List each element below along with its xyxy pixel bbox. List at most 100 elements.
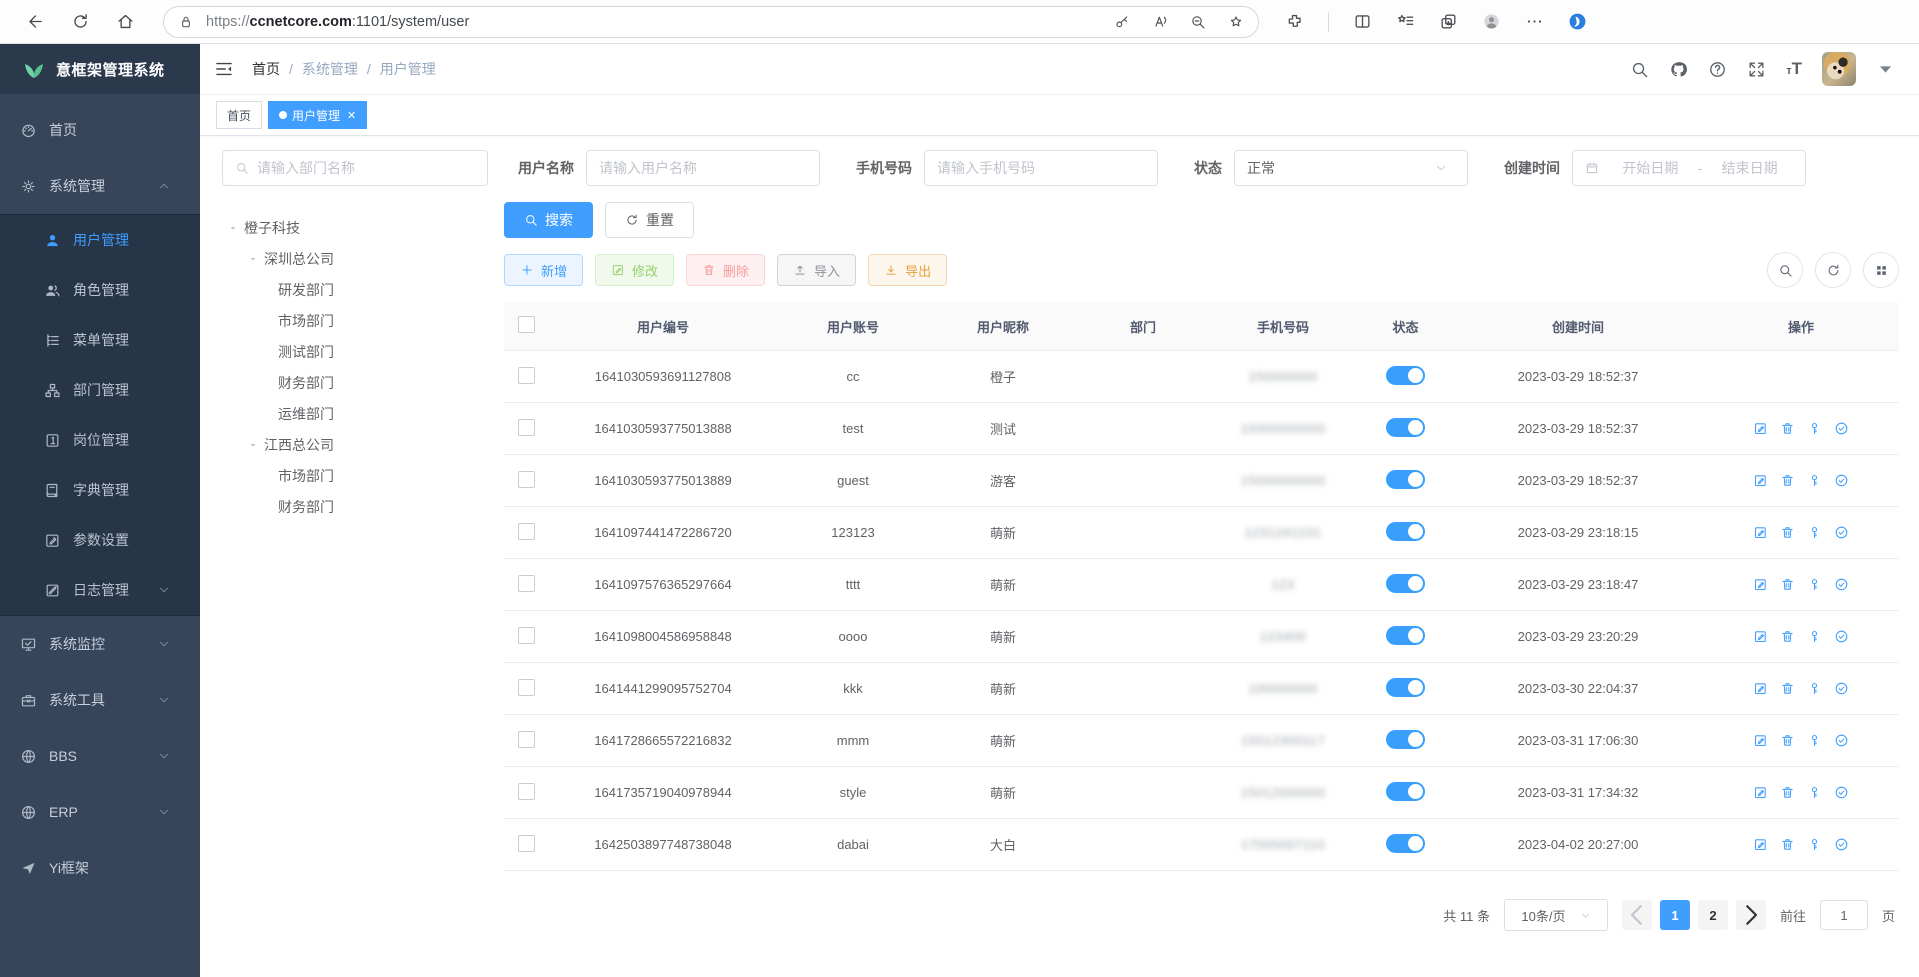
check-circle-icon[interactable] (1834, 629, 1849, 644)
tree-node-橙子科技[interactable]: 橙子科技 (222, 212, 488, 243)
check-circle-icon[interactable] (1834, 785, 1849, 800)
sidebar-item-BBS[interactable]: BBS (0, 728, 200, 784)
app-logo[interactable]: 意框架管理系统 (0, 44, 200, 94)
status-toggle[interactable] (1386, 730, 1425, 749)
edit-square-icon[interactable] (1753, 525, 1768, 540)
row-checkbox[interactable] (518, 627, 535, 644)
status-toggle[interactable] (1386, 366, 1425, 385)
row-checkbox[interactable] (518, 679, 535, 696)
edit-square-icon[interactable] (1753, 733, 1768, 748)
tree-node-财务部门[interactable]: 财务部门 (222, 491, 488, 522)
more-icon[interactable] (1525, 12, 1544, 31)
add-favorite-icon[interactable] (1228, 14, 1244, 30)
tab-用户管理[interactable]: 用户管理✕ (268, 101, 367, 129)
sidebar-item-岗位管理[interactable]: 岗位管理 (0, 415, 200, 465)
edit-button[interactable]: 修改 (595, 254, 674, 286)
goto-page-input[interactable]: 1 (1820, 900, 1868, 930)
search-icon[interactable] (1630, 60, 1649, 79)
export-button[interactable]: 导出 (868, 254, 947, 286)
check-circle-icon[interactable] (1834, 837, 1849, 852)
row-checkbox[interactable] (518, 731, 535, 748)
edit-square-icon[interactable] (1753, 681, 1768, 696)
key-reset-icon[interactable] (1807, 577, 1822, 592)
trash-icon[interactable] (1780, 577, 1795, 592)
tree-node-深圳总公司[interactable]: 深圳总公司 (222, 243, 488, 274)
sidebar-item-用户管理[interactable]: 用户管理 (0, 215, 200, 265)
sidebar-item-部门管理[interactable]: 部门管理 (0, 365, 200, 415)
breadcrumb-item[interactable]: 用户管理 (380, 59, 436, 79)
tab-首页[interactable]: 首页 (216, 101, 262, 129)
created-date-range[interactable]: 开始日期 - 结束日期 (1572, 150, 1806, 186)
row-checkbox[interactable] (518, 419, 535, 436)
split-screen-icon[interactable] (1353, 12, 1372, 31)
trash-icon[interactable] (1780, 421, 1795, 436)
help-icon[interactable] (1708, 60, 1727, 79)
key-reset-icon[interactable] (1807, 525, 1822, 540)
search-button[interactable]: 搜索 (504, 202, 593, 238)
edit-square-icon[interactable] (1753, 629, 1768, 644)
key-reset-icon[interactable] (1807, 681, 1822, 696)
page-size-select[interactable]: 10条/页 (1504, 899, 1608, 931)
sidebar-item-日志管理[interactable]: 日志管理 (0, 565, 200, 615)
trash-icon[interactable] (1780, 473, 1795, 488)
key-reset-icon[interactable] (1807, 473, 1822, 488)
row-checkbox[interactable] (518, 471, 535, 488)
dept-search-input[interactable]: 请输入部门名称 (222, 150, 488, 186)
page-button-2[interactable]: 2 (1698, 900, 1728, 930)
toolbar-search-icon[interactable] (1767, 252, 1803, 288)
key-reset-icon[interactable] (1807, 837, 1822, 852)
status-toggle[interactable] (1386, 574, 1425, 593)
username-input[interactable]: 请输入用户名称 (586, 150, 820, 186)
key-icon[interactable] (1114, 14, 1130, 30)
add-button[interactable]: 新增 (504, 254, 583, 286)
status-toggle[interactable] (1386, 470, 1425, 489)
tree-caret-icon[interactable] (228, 223, 238, 233)
status-toggle[interactable] (1386, 678, 1425, 697)
tab-actions-icon[interactable] (1439, 12, 1458, 31)
status-select[interactable]: 正常 (1234, 150, 1468, 186)
check-circle-icon[interactable] (1834, 525, 1849, 540)
address-bar[interactable]: https://ccnetcore.com:1101/system/user (163, 6, 1259, 38)
edit-square-icon[interactable] (1753, 785, 1768, 800)
import-button[interactable]: 导入 (777, 254, 856, 286)
trash-icon[interactable] (1780, 837, 1795, 852)
check-circle-icon[interactable] (1834, 681, 1849, 696)
sidebar-item-参数设置[interactable]: 参数设置 (0, 515, 200, 565)
row-checkbox[interactable] (518, 523, 535, 540)
key-reset-icon[interactable] (1807, 421, 1822, 436)
sidebar-item-系统管理[interactable]: 系统管理 (0, 158, 200, 214)
check-circle-icon[interactable] (1834, 473, 1849, 488)
delete-button[interactable]: 删除 (686, 254, 765, 286)
edit-square-icon[interactable] (1753, 837, 1768, 852)
tree-node-研发部门[interactable]: 研发部门 (222, 274, 488, 305)
trash-icon[interactable] (1780, 681, 1795, 696)
tree-node-市场部门[interactable]: 市场部门 (222, 305, 488, 336)
user-avatar[interactable] (1822, 52, 1856, 86)
key-reset-icon[interactable] (1807, 785, 1822, 800)
check-circle-icon[interactable] (1834, 577, 1849, 592)
status-toggle[interactable] (1386, 418, 1425, 437)
toolbar-grid-icon[interactable] (1863, 252, 1899, 288)
check-circle-icon[interactable] (1834, 733, 1849, 748)
tree-node-运维部门[interactable]: 运维部门 (222, 398, 488, 429)
caret-down-icon[interactable] (1876, 60, 1895, 79)
sidebar-item-Yi框架[interactable]: Yi框架 (0, 840, 200, 896)
row-checkbox[interactable] (518, 575, 535, 592)
read-aloud-icon[interactable] (1152, 14, 1168, 30)
key-reset-icon[interactable] (1807, 733, 1822, 748)
select-all-checkbox[interactable] (518, 316, 535, 333)
hamburger-fold-icon[interactable] (214, 59, 234, 79)
row-checkbox[interactable] (518, 835, 535, 852)
edit-square-icon[interactable] (1753, 577, 1768, 592)
edit-square-icon[interactable] (1753, 473, 1768, 488)
extensions-icon[interactable] (1285, 12, 1304, 31)
phone-input[interactable]: 请输入手机号码 (924, 150, 1158, 186)
next-page-button[interactable] (1736, 900, 1766, 930)
tree-node-财务部门[interactable]: 财务部门 (222, 367, 488, 398)
sidebar-item-系统工具[interactable]: 系统工具 (0, 672, 200, 728)
row-checkbox[interactable] (518, 367, 535, 384)
refresh-icon[interactable] (71, 12, 90, 31)
sidebar-item-ERP[interactable]: ERP (0, 784, 200, 840)
sidebar-item-菜单管理[interactable]: 菜单管理 (0, 315, 200, 365)
page-button-1[interactable]: 1 (1660, 900, 1690, 930)
